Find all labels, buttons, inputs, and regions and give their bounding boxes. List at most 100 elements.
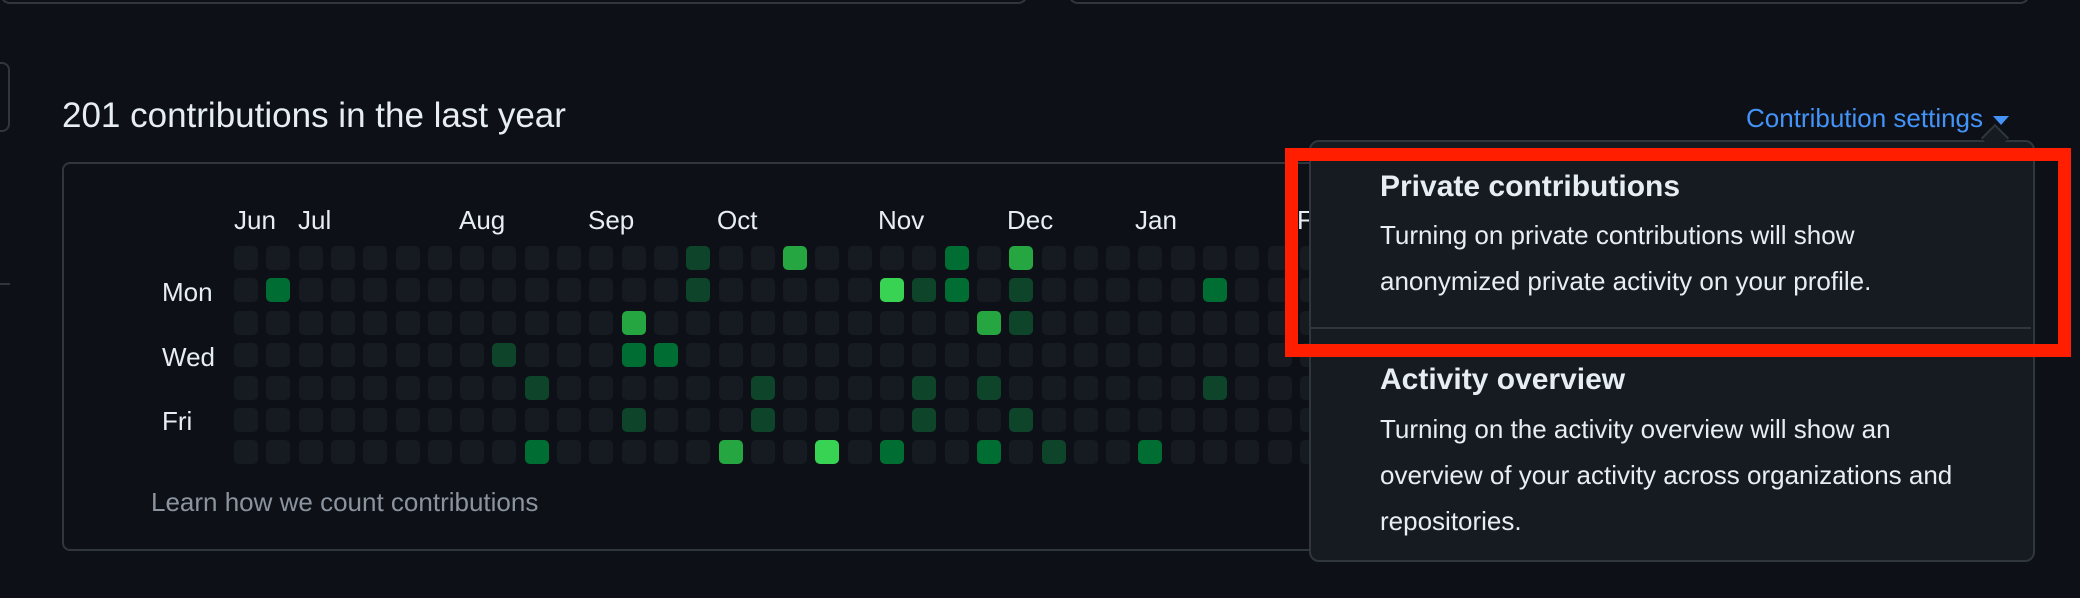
contribution-cell[interactable] [621,375,646,400]
contribution-cell[interactable] [686,343,711,368]
contribution-cell[interactable] [783,310,808,335]
contribution-cell[interactable] [1203,408,1227,432]
contribution-cell[interactable] [1041,310,1066,335]
contribution-cell[interactable] [847,310,872,335]
contribution-cell[interactable] [1267,440,1292,465]
contribution-cell[interactable] [589,278,614,303]
contribution-cell[interactable] [718,408,743,432]
contribution-cell[interactable] [1073,408,1098,432]
contribution-cell[interactable] [880,310,904,335]
contribution-cell[interactable] [266,408,291,432]
contribution-cell[interactable] [976,375,1001,400]
contribution-cell[interactable] [589,375,614,400]
contribution-cell[interactable] [1009,278,1034,303]
contribution-cell[interactable] [363,246,388,270]
contribution-cell[interactable] [298,310,323,335]
contribution-cell[interactable] [266,310,291,335]
contribution-cell[interactable] [330,440,355,465]
contribution-cell[interactable] [363,408,388,432]
contribution-cell[interactable] [1138,408,1163,432]
contribution-cell[interactable] [1009,408,1034,432]
contribution-cell[interactable] [266,375,291,400]
contribution-cell[interactable] [1041,343,1066,368]
contribution-cell[interactable] [783,278,808,303]
contribution-cell[interactable] [847,343,872,368]
contribution-cell[interactable] [460,246,485,270]
contribution-cell[interactable] [266,278,291,303]
contribution-cell[interactable] [266,246,291,270]
contribution-cell[interactable] [847,408,872,432]
contribution-settings-button[interactable]: Contribution settings [1746,103,2010,134]
contribution-cell[interactable] [427,440,452,465]
contribution-cell[interactable] [783,440,808,465]
contribution-cell[interactable] [1106,278,1131,303]
contribution-cell[interactable] [395,343,420,368]
contribution-cell[interactable] [557,343,581,368]
contribution-cell[interactable] [815,375,840,400]
contribution-cell[interactable] [234,310,258,335]
contribution-cell[interactable] [1203,440,1227,465]
contribution-cell[interactable] [815,278,840,303]
contribution-cell[interactable] [976,408,1001,432]
contribution-cell[interactable] [363,343,388,368]
contribution-cell[interactable] [363,278,388,303]
contribution-cell[interactable] [234,440,258,465]
contribution-cell[interactable] [621,246,646,270]
contribution-cell[interactable] [1235,246,1260,270]
contribution-cell[interactable] [1041,440,1066,465]
contribution-cell[interactable] [234,343,258,368]
contribution-cell[interactable] [1203,246,1227,270]
contribution-cell[interactable] [1235,440,1260,465]
contribution-cell[interactable] [1138,246,1163,270]
contribution-cell[interactable] [944,343,969,368]
contribution-cell[interactable] [524,408,549,432]
contribution-cell[interactable] [912,343,937,368]
contribution-cell[interactable] [815,246,840,270]
contribution-cell[interactable] [298,440,323,465]
contribution-cell[interactable] [557,440,581,465]
contribution-cell[interactable] [395,375,420,400]
contribution-cell[interactable] [686,310,711,335]
contribution-cell[interactable] [880,408,904,432]
contribution-cell[interactable] [266,343,291,368]
contribution-cell[interactable] [330,408,355,432]
contribution-cell[interactable] [621,408,646,432]
contribution-cell[interactable] [783,408,808,432]
contribution-cell[interactable] [589,310,614,335]
contribution-cell[interactable] [460,440,485,465]
contribution-cell[interactable] [944,278,969,303]
contribution-cell[interactable] [298,408,323,432]
contribution-cell[interactable] [653,440,678,465]
contribution-cell[interactable] [653,343,678,368]
contribution-cell[interactable] [395,246,420,270]
contribution-cell[interactable] [750,343,775,368]
contribution-cell[interactable] [976,310,1001,335]
contribution-cell[interactable] [815,440,840,465]
contribution-cell[interactable] [395,408,420,432]
contribution-cell[interactable] [718,246,743,270]
contribution-cell[interactable] [492,440,517,465]
contribution-cell[interactable] [1267,408,1292,432]
contribution-cell[interactable] [1235,375,1260,400]
contribution-cell[interactable] [653,246,678,270]
contribution-cell[interactable] [815,408,840,432]
contribution-cell[interactable] [1138,440,1163,465]
contribution-cell[interactable] [460,408,485,432]
contribution-cell[interactable] [1203,375,1227,400]
contribution-cell[interactable] [427,375,452,400]
contribution-cell[interactable] [1041,408,1066,432]
contribution-cell[interactable] [944,440,969,465]
contribution-cell[interactable] [880,278,904,303]
contribution-cell[interactable] [653,408,678,432]
contribution-cell[interactable] [492,246,517,270]
contribution-cell[interactable] [460,278,485,303]
contribution-cell[interactable] [557,408,581,432]
contribution-cell[interactable] [1138,310,1163,335]
contribution-cell[interactable] [783,343,808,368]
contribution-cell[interactable] [1073,310,1098,335]
contribution-cell[interactable] [1170,408,1195,432]
contribution-cell[interactable] [524,310,549,335]
contribution-cell[interactable] [1170,310,1195,335]
contribution-cell[interactable] [718,375,743,400]
contribution-cell[interactable] [460,375,485,400]
